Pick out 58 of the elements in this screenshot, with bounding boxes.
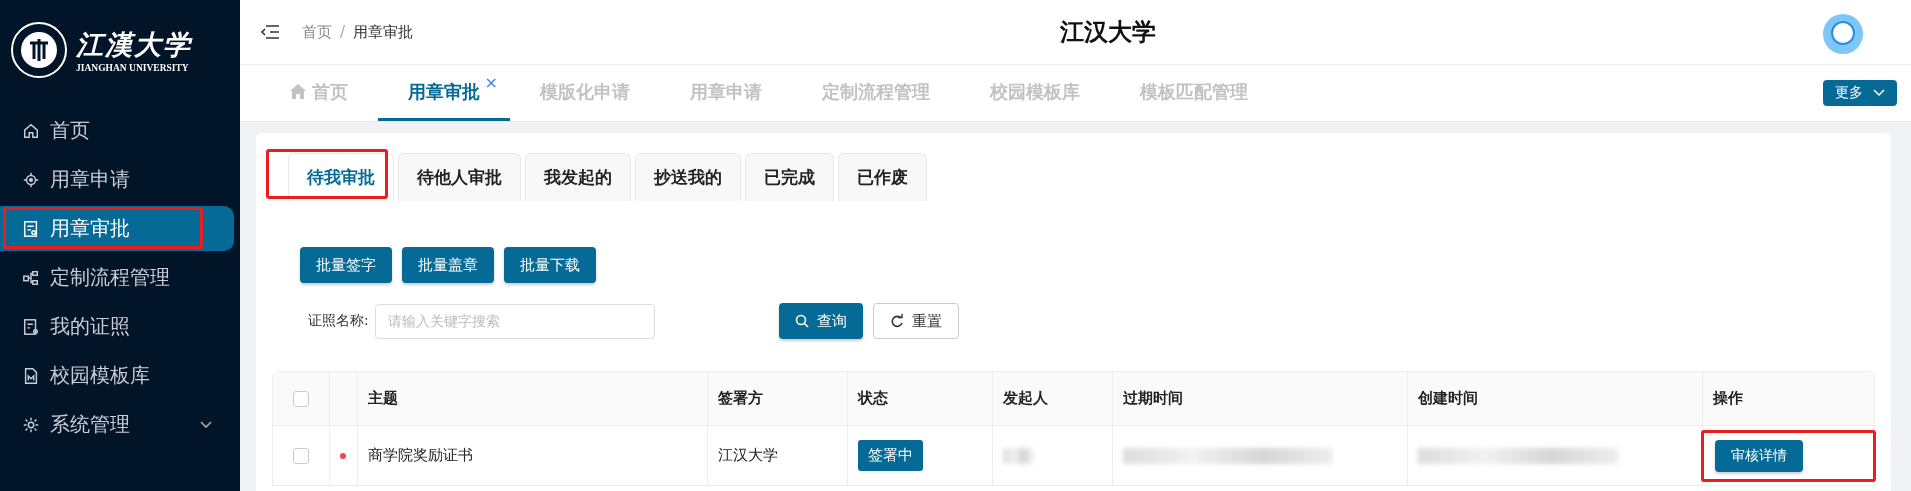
file-icon	[22, 366, 40, 385]
status-tab[interactable]: 已完成	[745, 153, 834, 201]
status-tab[interactable]: 我发起的	[525, 153, 631, 201]
field-label: 证照名称:	[308, 312, 369, 330]
flow-icon	[22, 268, 40, 287]
column-header: 过期时间	[1112, 372, 1407, 425]
blurred-text	[1003, 447, 1033, 464]
sidebar-item[interactable]: 我的证照	[0, 304, 234, 349]
select-all-checkbox[interactable]	[293, 390, 309, 407]
home-icon	[22, 121, 40, 140]
column-header: 主题	[357, 372, 707, 425]
row-checkbox[interactable]	[293, 447, 309, 464]
table-cell: 江汉大学	[707, 426, 847, 485]
column-header: 发起人	[992, 372, 1112, 425]
breadcrumb-separator: /	[340, 23, 346, 41]
more-button[interactable]: 更多	[1823, 80, 1897, 106]
column-header: 签署方	[707, 372, 847, 425]
column-header: 操作	[1702, 372, 1874, 425]
status-tab[interactable]: 待他人审批	[398, 153, 521, 201]
sidebar-item[interactable]: 系统管理	[0, 402, 234, 447]
settings-icon	[22, 415, 40, 434]
page-title: 江汉大学	[1060, 17, 1156, 48]
sidebar-item[interactable]: 首页	[0, 108, 234, 153]
column-header: 创建时间	[1407, 372, 1702, 425]
batch-button[interactable]: 批量盖章	[402, 247, 494, 283]
sidebar-item[interactable]: 校园模板库	[0, 353, 234, 398]
column-header: 状态	[847, 372, 992, 425]
doc-icon	[22, 219, 40, 238]
close-icon[interactable]: ×	[484, 73, 498, 92]
sidebar-item[interactable]: 用章申请	[0, 157, 234, 202]
search-icon	[794, 314, 809, 328]
breadcrumb-item: 用章审批	[353, 22, 414, 42]
batch-button[interactable]: 批量下载	[504, 247, 596, 283]
sidebar-item[interactable]: 定制流程管理	[0, 255, 234, 300]
menu-icon[interactable]	[260, 24, 280, 40]
home-icon	[290, 84, 306, 99]
logo-subtitle: JIANGHAN UNIVERSITY	[76, 63, 190, 73]
chevron-icon	[200, 420, 212, 429]
sidebar-item[interactable]: 用章审批	[0, 206, 234, 251]
reset-button[interactable]: 重置	[872, 303, 959, 339]
page-tab[interactable]: 用章审批 ×	[378, 65, 510, 121]
status-tab[interactable]: 抄送我的	[635, 153, 741, 201]
chevron-icon	[1873, 89, 1885, 97]
target-icon	[22, 170, 40, 189]
review-details-button[interactable]: 审核详情	[1715, 439, 1803, 472]
emblem-icon	[10, 21, 68, 79]
search-field[interactable]: 请输入关键字搜索	[374, 303, 655, 339]
status-tab[interactable]: 已作废	[838, 153, 927, 201]
status-tab[interactable]: 待我审批	[288, 153, 394, 201]
status-tag: 签署中	[858, 440, 923, 471]
table-cell: 商学院奖励证书	[357, 426, 707, 485]
batch-button[interactable]: 批量签字	[300, 247, 392, 283]
logo-text: 江漢大学	[76, 28, 192, 62]
card-icon	[22, 317, 40, 336]
refresh-icon	[889, 314, 904, 328]
breadcrumb-item[interactable]: 首页	[302, 22, 332, 42]
avatar[interactable]	[1823, 14, 1863, 54]
query-button[interactable]: 查询	[778, 303, 863, 339]
